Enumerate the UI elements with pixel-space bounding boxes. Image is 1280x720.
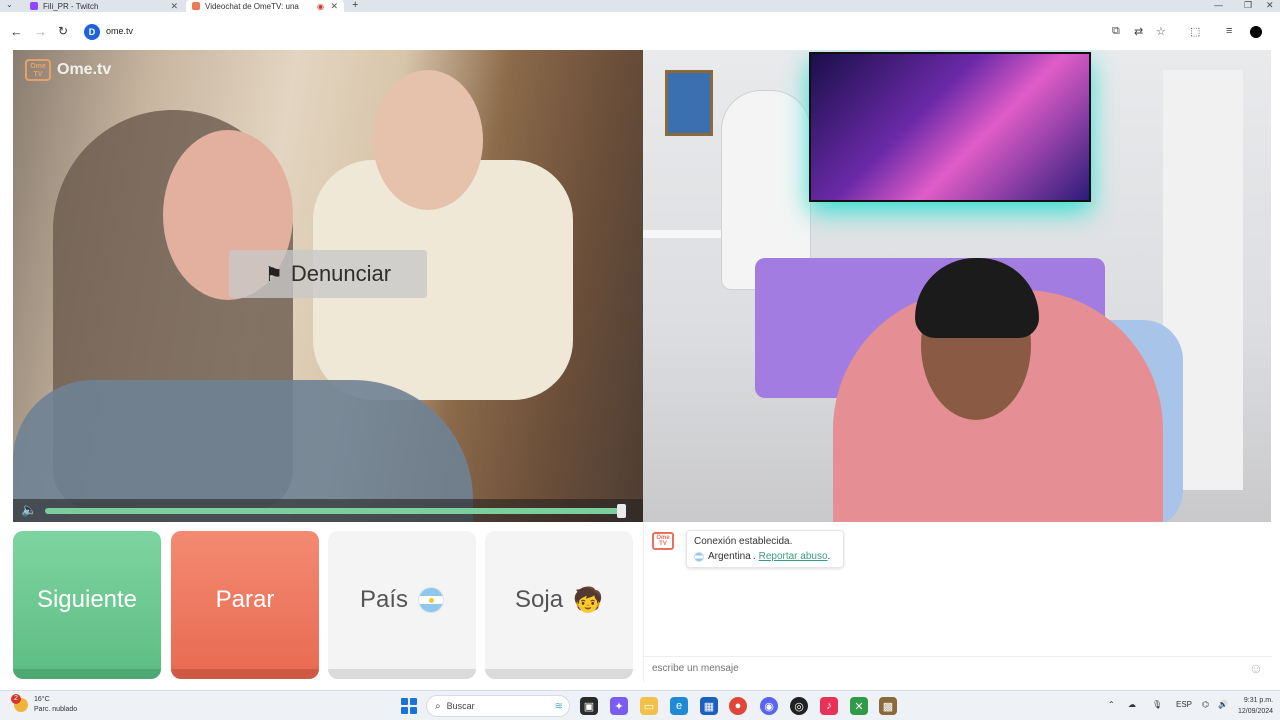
speaker-icon[interactable]: 🔊 <box>1218 700 1228 709</box>
chat-message-input[interactable] <box>644 656 1272 680</box>
video-shape <box>665 70 713 136</box>
ometv-logo-badge: Ome TV <box>25 59 51 81</box>
profile-avatar[interactable] <box>1250 26 1262 38</box>
system-message: Conexión establecida. Argentina . Report… <box>686 530 844 568</box>
volume-bar: 🔈 <box>13 499 643 522</box>
stranger-video: Ome TV Ome.tv ⚑ Denunciar <box>13 50 643 522</box>
chrome-icon[interactable]: ● <box>729 697 747 715</box>
translate-icon[interactable]: ⇄ <box>1134 25 1143 38</box>
gender-filter-button[interactable]: Soja 🧒 <box>485 531 633 679</box>
volume-slider-handle[interactable] <box>617 504 626 518</box>
argentina-flag-icon <box>418 587 445 613</box>
weather-badge: 2 <box>11 694 21 704</box>
ometv-chat-icon: Ome TV <box>652 532 674 550</box>
onedrive-icon[interactable]: ☁ <box>1128 700 1136 709</box>
file-explorer-icon[interactable]: ▭ <box>640 697 658 715</box>
extensions-icon[interactable]: ⬚ <box>1190 25 1200 38</box>
site-info-icon[interactable]: D <box>84 24 100 40</box>
xbox-icon[interactable]: ✕ <box>850 697 868 715</box>
partner-country: Argentina <box>708 551 751 562</box>
ometv-icon <box>192 2 200 10</box>
edge-icon[interactable]: e <box>670 697 688 715</box>
stop-button[interactable]: Parar <box>171 531 319 679</box>
close-window-icon[interactable]: ✕ <box>1266 0 1274 11</box>
video-shape <box>809 52 1091 202</box>
boy-icon: 🧒 <box>573 586 603 614</box>
language-indicator[interactable]: ESP <box>1176 700 1192 709</box>
obs-icon[interactable]: ◎ <box>790 697 808 715</box>
volume-slider[interactable] <box>45 508 623 514</box>
weather-sun-icon: 2 <box>11 694 28 712</box>
menu-lines-icon[interactable]: ≡ <box>1226 25 1232 37</box>
country-label: País <box>359 586 409 613</box>
arrow-left-icon[interactable]: ← <box>10 24 23 39</box>
new-tab-button[interactable]: + <box>352 0 358 11</box>
country-filter-button[interactable]: País <box>328 531 476 679</box>
reload-icon[interactable]: ↻ <box>58 24 68 38</box>
weather-temp: 16°C <box>34 696 50 703</box>
separator-dot: . <box>752 551 756 562</box>
chat-panel: Ome TV Conexión establecida. Argentina .… <box>643 522 1272 682</box>
browser-tabbar: ⌄ Fili_PR - Twitch ✕ Videochat de OmeTV:… <box>0 0 1280 12</box>
microphone-icon[interactable]: 🎙 <box>1152 700 1162 709</box>
clock-time: 9:31 p.m. <box>1243 697 1274 704</box>
search-highlight-icon: ≋ <box>554 700 563 712</box>
windows-start-icon[interactable] <box>401 698 417 714</box>
gender-label: Soja <box>515 586 564 613</box>
speaker-icon[interactable]: 🔈 <box>21 502 37 518</box>
address-bar: ← → ↻ D ome.tv ⧉ ⇄ ☆ ⬚ ≡ <box>0 12 1280 50</box>
clock-date: 12/09/2024 <box>1238 708 1274 715</box>
stop-label: Parar <box>215 586 275 613</box>
tab-list-chevron-icon[interactable]: ⌄ <box>6 0 13 9</box>
next-button[interactable]: Siguiente <box>13 531 161 679</box>
flag-icon: ⚑ <box>264 263 283 286</box>
tab-ometv[interactable]: Videochat de OmeTV: una ◉ ✕ <box>186 0 344 12</box>
cast-icon[interactable]: ⧉ <box>1112 25 1120 38</box>
tab-label: Videochat de OmeTV: una <box>205 1 299 11</box>
connection-status: Conexión establecida. <box>694 536 793 547</box>
windows-taskbar: 2 16°C Parc. nublado ⌕ Buscar ≋ ▣ ✦ ▭ e … <box>0 690 1280 720</box>
ometv-app: Ome TV Ome.tv ⚑ Denunciar 🔈 Siguiente Pa… <box>0 50 1280 690</box>
weather-widget[interactable]: 2 16°C Parc. nublado <box>11 694 78 715</box>
minecraft-icon[interactable]: ▩ <box>879 697 897 715</box>
store-icon[interactable]: ▦ <box>700 697 718 715</box>
tab-label: Fili_PR - Twitch <box>43 1 99 11</box>
end-dot: . <box>827 551 831 562</box>
twitch-icon <box>30 2 38 10</box>
video-shape <box>373 70 483 210</box>
taskbar-search[interactable]: ⌕ Buscar ≋ <box>426 695 570 717</box>
close-icon[interactable]: ✕ <box>330 1 338 12</box>
report-abuse-link[interactable]: Reportar abuso <box>759 551 828 562</box>
search-placeholder: Buscar <box>446 701 475 711</box>
recording-icon: ◉ <box>317 1 324 11</box>
clock[interactable]: 9:31 p.m. 12/09/2024 <box>1238 695 1273 717</box>
tab-twitch[interactable]: Fili_PR - Twitch ✕ <box>24 0 184 12</box>
copilot-icon[interactable]: ✦ <box>610 697 628 715</box>
network-icon[interactable]: ⌬ <box>1202 700 1209 709</box>
next-label: Siguiente <box>36 586 138 613</box>
tiktok-icon[interactable]: ♪ <box>820 697 838 715</box>
arrow-right-icon[interactable]: → <box>34 24 47 39</box>
close-icon[interactable]: ✕ <box>170 1 178 12</box>
report-label: Denunciar <box>290 261 392 286</box>
task-view-icon[interactable]: ▣ <box>580 697 598 715</box>
tray-chevron-icon[interactable]: ⌃ <box>1108 700 1115 709</box>
own-camera-video <box>643 50 1271 522</box>
argentina-flag-icon <box>694 551 704 562</box>
weather-desc: Parc. nublado <box>34 706 78 713</box>
ometv-logo-text: Ome.tv <box>57 61 112 78</box>
restore-icon[interactable]: ❐ <box>1244 0 1252 11</box>
discord-icon[interactable]: ◉ <box>760 697 778 715</box>
url-text[interactable]: ome.tv <box>106 26 133 36</box>
star-icon[interactable]: ☆ <box>1156 25 1166 38</box>
ometv-logo: Ome TV Ome.tv <box>25 59 111 81</box>
search-icon: ⌕ <box>435 700 441 712</box>
minimize-icon[interactable]: — <box>1214 0 1223 10</box>
smile-icon[interactable]: ☺ <box>1249 660 1263 676</box>
report-button[interactable]: ⚑ Denunciar <box>229 250 427 298</box>
